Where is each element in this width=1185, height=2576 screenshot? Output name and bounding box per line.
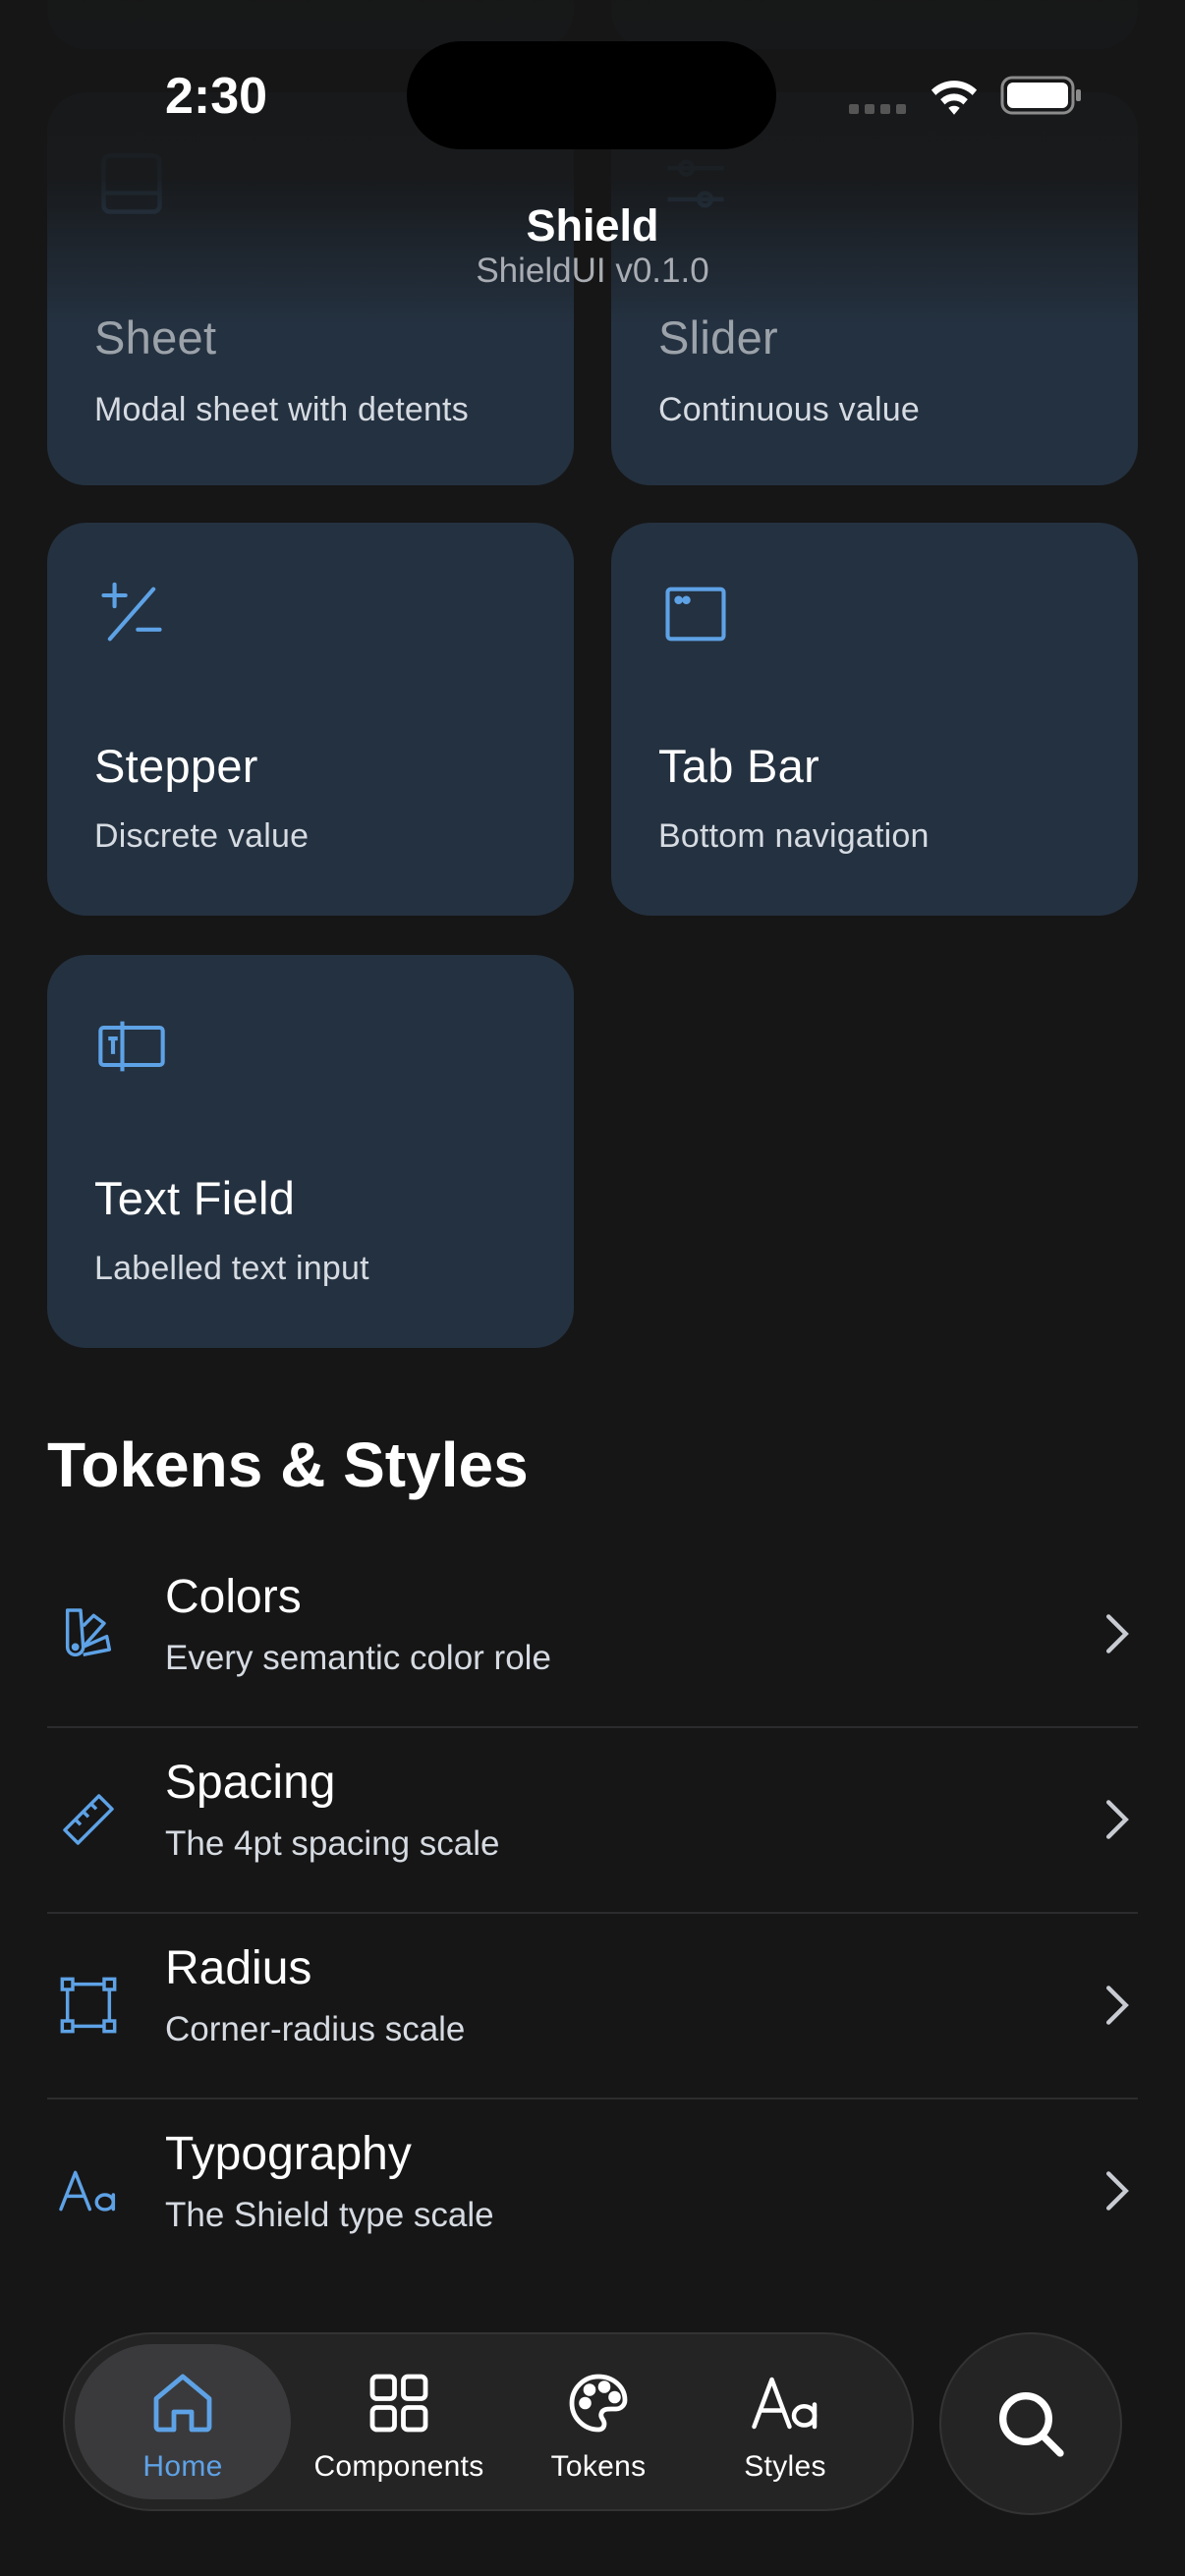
- card-title: Tab Bar: [658, 740, 820, 792]
- search-button[interactable]: [939, 2332, 1122, 2515]
- grid-icon: [369, 2374, 428, 2433]
- tab-bar: Home Components Tokens Styles: [63, 2332, 914, 2511]
- row-subtitle: Corner-radius scale: [165, 2010, 466, 2048]
- window-icon: [665, 587, 726, 642]
- list-item-colors[interactable]: Colors Every semantic color role: [47, 1540, 1138, 1726]
- tab-label: Components: [313, 2450, 484, 2483]
- tab-label: Tokens: [550, 2450, 647, 2483]
- list-item-typography[interactable]: Typography The Shield type scale: [47, 2098, 1138, 2283]
- card-subtitle: Modal sheet with detents: [94, 391, 469, 428]
- battery-icon: [1000, 76, 1081, 115]
- row-subtitle: Every semantic color role: [165, 1639, 551, 1677]
- tab-components[interactable]: Components: [301, 2344, 497, 2499]
- component-card-tab-bar[interactable]: Tab Bar Bottom navigation: [611, 523, 1138, 916]
- search-icon: [999, 2392, 1064, 2457]
- typography-icon: [59, 2170, 116, 2212]
- tab-home[interactable]: Home: [75, 2344, 291, 2499]
- card-subtitle: Labelled text input: [94, 1250, 369, 1287]
- cellular-signal-icon: [849, 104, 906, 114]
- row-subtitle: The Shield type scale: [165, 2196, 494, 2234]
- dynamic-island: [407, 41, 776, 149]
- ruler-icon: [63, 1793, 114, 1845]
- row-subtitle: The 4pt spacing scale: [165, 1824, 500, 1863]
- component-card-stepper[interactable]: Stepper Discrete value: [47, 523, 574, 916]
- palette-icon: [569, 2374, 628, 2433]
- status-time: 2:30: [165, 68, 268, 125]
- list-item-radius[interactable]: Radius Corner-radius scale: [47, 1912, 1138, 2098]
- nav-subtitle: ShieldUI v0.1.0: [476, 252, 709, 290]
- card-subtitle: Discrete value: [94, 817, 310, 855]
- card-title: Text Field: [94, 1172, 296, 1224]
- tab-label: Styles: [744, 2450, 826, 2483]
- plus-minus-icon: [101, 582, 162, 642]
- nav-title: Shield: [526, 200, 659, 251]
- radius-icon: [60, 1977, 117, 2033]
- component-card-text-field[interactable]: Text Field Labelled text input: [47, 955, 574, 1348]
- row-title: Spacing: [165, 1757, 336, 1809]
- chevron-right-icon: [1106, 1985, 1129, 2025]
- card-title: Stepper: [94, 740, 258, 792]
- tab-label: Home: [142, 2450, 223, 2483]
- tab-tokens[interactable]: Tokens: [515, 2344, 682, 2499]
- text-field-icon: [98, 1021, 165, 1072]
- chevron-right-icon: [1106, 1613, 1129, 1653]
- wifi-icon: [931, 81, 978, 115]
- swatch-icon: [65, 1607, 112, 1656]
- house-icon: [153, 2374, 212, 2433]
- section-title: Tokens & Styles: [47, 1429, 529, 1500]
- chevron-right-icon: [1106, 1799, 1129, 1839]
- row-title: Colors: [165, 1571, 302, 1623]
- card-title: Sheet: [94, 311, 217, 364]
- card-title: Slider: [658, 311, 778, 364]
- row-title: Typography: [165, 2128, 412, 2180]
- tab-styles[interactable]: Styles: [702, 2344, 869, 2499]
- text-aa-icon: [752, 2377, 818, 2430]
- card-subtitle: Continuous value: [658, 391, 920, 428]
- list-item-spacing[interactable]: Spacing The 4pt spacing scale: [47, 1726, 1138, 1912]
- row-title: Radius: [165, 1942, 312, 1994]
- card-subtitle: Bottom navigation: [658, 817, 930, 855]
- chevron-right-icon: [1106, 2170, 1129, 2211]
